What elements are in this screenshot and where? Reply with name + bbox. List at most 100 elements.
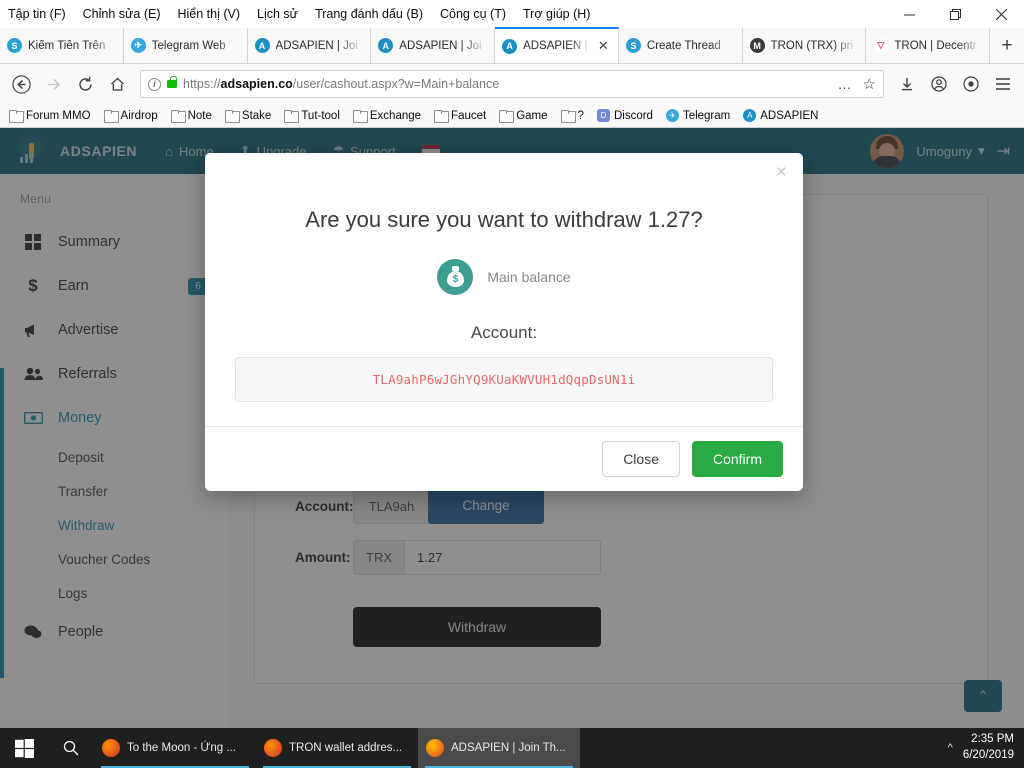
- bookmark-question[interactable]: ?: [556, 108, 589, 124]
- balance-row: $ Main balance: [235, 259, 773, 295]
- balance-label: Main balance: [487, 269, 571, 285]
- bookmark-label: Exchange: [369, 109, 422, 122]
- page-actions-icon[interactable]: …: [834, 76, 857, 92]
- browser-tab-6[interactable]: M TRON (TRX) pri: [743, 28, 867, 63]
- reload-icon[interactable]: [70, 69, 100, 99]
- menu-item-edit[interactable]: Chỉnh sửa (E): [83, 7, 161, 21]
- new-tab-button[interactable]: +: [990, 28, 1024, 63]
- bookmark-discord[interactable]: D Discord: [592, 107, 658, 124]
- folder-icon: [499, 110, 515, 123]
- firefox-icon: [426, 739, 444, 757]
- folder-icon: [224, 110, 240, 123]
- firefox-icon: [102, 739, 120, 757]
- clock-date: 6/20/2019: [962, 749, 1014, 761]
- tab-title: Telegram Web: [151, 39, 226, 52]
- restore-icon[interactable]: [932, 0, 978, 28]
- download-icon[interactable]: [892, 69, 922, 99]
- navigation-toolbar: i https://adsapien.co/user/cashout.aspx?…: [0, 64, 1024, 104]
- tab-title: TRON (TRX) pri: [770, 39, 854, 52]
- browser-tab-3[interactable]: A ADSAPIEN | Joi: [371, 28, 496, 63]
- tab-title: ADSAPIEN | Joi: [399, 39, 482, 52]
- tron-icon: ▽: [873, 38, 889, 53]
- clock-time: 2:35 PM: [971, 733, 1014, 746]
- url-prefix: https://: [183, 77, 221, 91]
- bookmark-stake[interactable]: Stake: [220, 108, 276, 124]
- url-bar[interactable]: i https://adsapien.co/user/cashout.aspx?…: [140, 70, 884, 98]
- taskbar-app-to-the-moon[interactable]: To the Moon - Ứng ...: [94, 728, 256, 768]
- tab-title: Kiếm Tiền Trên: [28, 39, 106, 52]
- browser-menubar: Tập tin (F) Chỉnh sửa (E) Hiển thị (V) L…: [0, 0, 1024, 28]
- url-text: https://adsapien.co/user/cashout.aspx?w=…: [183, 77, 828, 91]
- folder-icon: [284, 110, 300, 123]
- sync-icon[interactable]: [956, 69, 986, 99]
- back-icon[interactable]: [6, 69, 36, 99]
- bookmark-star-icon[interactable]: ☆: [863, 75, 876, 93]
- bookmark-telegram[interactable]: ✈ Telegram: [661, 107, 735, 124]
- bookmark-note[interactable]: Note: [166, 108, 217, 124]
- modal-body: Are you sure you want to withdraw 1.27? …: [205, 193, 803, 426]
- clock[interactable]: 2:35 PM 6/20/2019: [963, 732, 1014, 763]
- minimize-icon[interactable]: [886, 0, 932, 28]
- browser-tab-7[interactable]: ▽ TRON | Decentr: [866, 28, 991, 63]
- bookmark-exchange[interactable]: Exchange: [348, 108, 426, 124]
- bookmark-label: Stake: [241, 109, 272, 122]
- close-button[interactable]: Close: [602, 441, 680, 477]
- bookmark-forum-mmo[interactable]: Forum MMO: [4, 108, 96, 124]
- browser-tab-0[interactable]: S Kiếm Tiền Trên: [0, 28, 124, 63]
- bookmarks-bar: Forum MMO Airdrop Note Stake Tut-tool Ex…: [0, 104, 1024, 128]
- bookmark-label: Game: [516, 109, 548, 122]
- telegram-icon: ✈: [665, 109, 679, 122]
- tab-title: Create Thread: [646, 39, 721, 52]
- confirm-button[interactable]: Confirm: [691, 441, 783, 477]
- adsapien-icon: A: [502, 38, 518, 54]
- tray-chevron-icon[interactable]: ^: [948, 742, 953, 754]
- modal-header: ×: [205, 153, 803, 193]
- coinmarketcap-icon: M: [749, 38, 765, 53]
- bookmark-faucet[interactable]: Faucet: [429, 108, 491, 124]
- bookmark-label: Discord: [613, 109, 653, 122]
- bookmark-label: Faucet: [451, 109, 487, 122]
- bookmark-airdrop[interactable]: Airdrop: [99, 108, 163, 124]
- folder-icon: [434, 110, 450, 123]
- lock-icon: [167, 76, 177, 88]
- page-info-icon[interactable]: i: [148, 77, 161, 91]
- bookmark-game[interactable]: Game: [494, 108, 552, 124]
- menu-item-view[interactable]: Hiển thị (V): [178, 7, 241, 21]
- taskbar-app-adsapien[interactable]: ADSAPIEN | Join Th...: [418, 728, 580, 768]
- home-icon[interactable]: [102, 69, 132, 99]
- close-icon[interactable]: ×: [776, 163, 787, 182]
- taskbar-app-tron-wallet[interactable]: TRON wallet addres...: [256, 728, 418, 768]
- url-path: /user/cashout.aspx?w=Main+balance: [292, 77, 500, 91]
- browser-tab-2[interactable]: A ADSAPIEN | Joi: [248, 28, 372, 63]
- money-bag-icon: $: [437, 259, 474, 295]
- bookmark-tut-tool[interactable]: Tut-tool: [279, 108, 345, 124]
- steemit-icon: S: [625, 38, 641, 53]
- menu-item-help[interactable]: Trợ giúp (H): [523, 7, 590, 21]
- windows-icon[interactable]: [0, 728, 48, 768]
- taskbar-app-label: TRON wallet addres...: [289, 742, 403, 754]
- menu-item-history[interactable]: Lịch sử: [257, 7, 298, 21]
- menu-item-bookmarks[interactable]: Trang đánh dấu (B): [315, 7, 423, 21]
- url-domain: adsapien.co: [220, 77, 293, 91]
- bookmark-label: ADSAPIEN: [760, 109, 819, 122]
- close-icon[interactable]: [978, 0, 1024, 28]
- bookmark-label: Airdrop: [120, 109, 158, 122]
- menu-item-tools[interactable]: Công cụ (T): [440, 7, 506, 21]
- browser-tab-4-active[interactable]: A ADSAPIEN | ✕: [495, 27, 619, 63]
- account-address[interactable]: TLA9ahP6wJGhYQ9KUaKWVUH1dQqpDsUN1i: [235, 357, 773, 402]
- search-icon[interactable]: [48, 728, 94, 768]
- folder-icon: [560, 110, 576, 123]
- browser-window: Tập tin (F) Chỉnh sửa (E) Hiển thị (V) L…: [0, 0, 1024, 728]
- menu-item-file[interactable]: Tập tin (F): [8, 7, 66, 21]
- browser-tab-1[interactable]: ✈ Telegram Web: [124, 28, 248, 63]
- bookmark-label: Note: [187, 109, 212, 122]
- browser-tab-5[interactable]: S Create Thread: [619, 28, 743, 63]
- bookmark-label: Tut-tool: [301, 109, 340, 122]
- tab-close-icon[interactable]: ✕: [596, 38, 611, 54]
- steemit-icon: S: [7, 38, 22, 53]
- withdraw-confirm-modal: × Are you sure you want to withdraw 1.27…: [205, 153, 803, 491]
- hamburger-icon[interactable]: [988, 69, 1018, 99]
- tab-strip: S Kiếm Tiền Trên ✈ Telegram Web A ADSAPI…: [0, 27, 1024, 64]
- bookmark-adsapien[interactable]: A ADSAPIEN: [738, 107, 823, 124]
- account-icon[interactable]: [924, 69, 954, 99]
